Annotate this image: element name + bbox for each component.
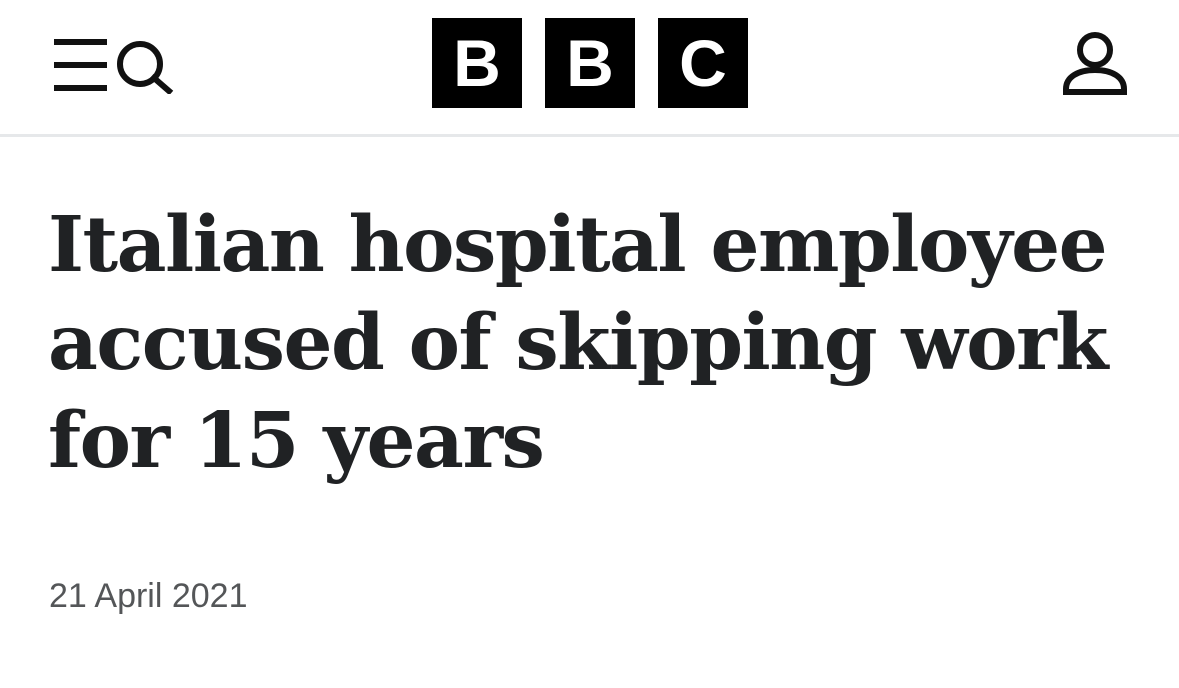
account-icon — [1063, 32, 1127, 95]
menu-search-button[interactable] — [52, 38, 174, 94]
search-icon — [117, 41, 174, 94]
account-button[interactable] — [1060, 30, 1130, 98]
logo-letter: C — [658, 18, 748, 108]
menu-search-icon — [54, 39, 174, 94]
article-date: 21 April 2021 — [49, 577, 248, 615]
menu-icon — [54, 39, 107, 91]
bbc-logo[interactable]: B B C — [432, 18, 748, 108]
logo-letter: B — [432, 18, 522, 108]
site-header: B B C — [0, 0, 1179, 137]
article-headline: Italian hospital employee accused of ski… — [48, 200, 1109, 486]
logo-letter: B — [545, 18, 635, 108]
